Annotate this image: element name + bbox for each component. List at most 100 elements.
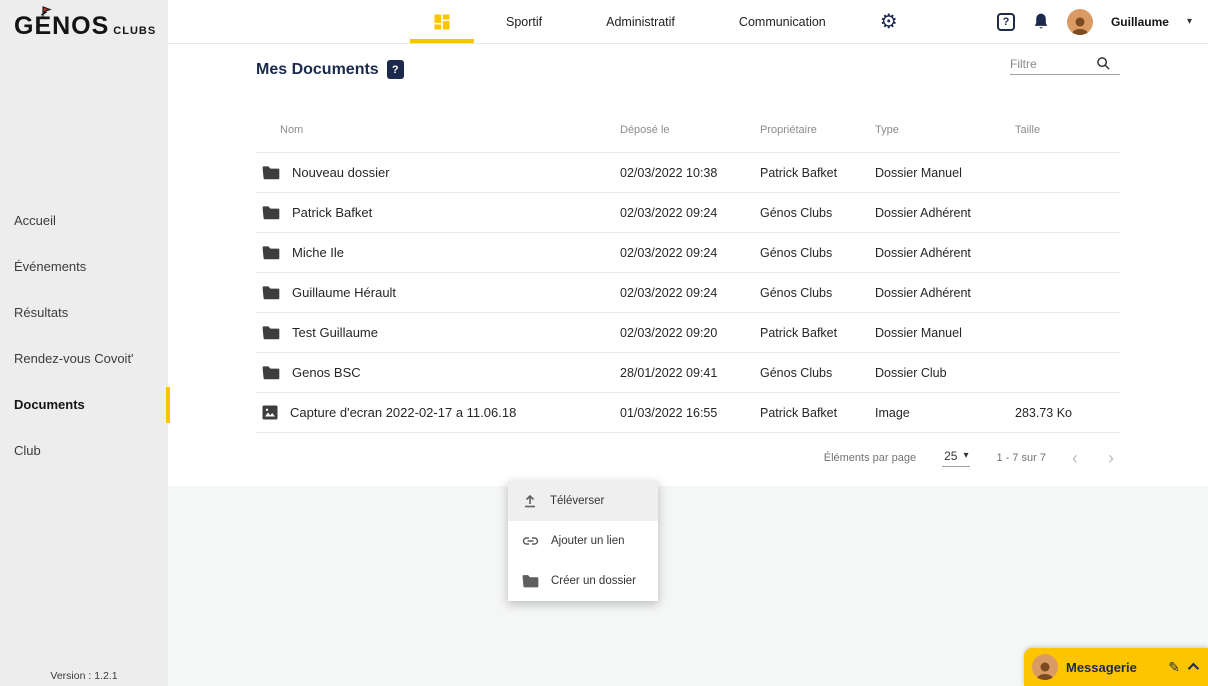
table-row[interactable]: Miche Ile 02/03/2022 09:24 Génos Clubs D…: [256, 232, 1120, 272]
folder-icon: [262, 365, 280, 380]
link-icon: [522, 534, 539, 548]
dashboard-grid-icon: [432, 12, 452, 32]
deposited-date: 02/03/2022 09:20: [620, 326, 760, 340]
logo: GÉNOSCLUBS: [14, 12, 156, 41]
folder-icon: [262, 205, 280, 220]
search-icon[interactable]: [1096, 56, 1111, 71]
owner: Génos Clubs: [760, 246, 875, 260]
sidebar-item-documents[interactable]: Documents: [0, 382, 168, 428]
deposited-date: 02/03/2022 10:38: [620, 166, 760, 180]
chevron-up-icon[interactable]: [1188, 663, 1199, 674]
filter-input[interactable]: [1010, 57, 1090, 71]
doc-size: 283.73 Ko: [1015, 406, 1120, 420]
items-per-page-label: Éléments par page: [824, 452, 916, 464]
table-header-row: Nom Déposé le Propriétaire Type Taille: [256, 108, 1120, 152]
help-icon[interactable]: ?: [997, 13, 1015, 31]
sidebar-item-resultats[interactable]: Résultats: [0, 290, 168, 336]
page-header: Mes Documents ?: [256, 60, 404, 79]
table-row[interactable]: Genos BSC 28/01/2022 09:41 Génos Clubs D…: [256, 352, 1120, 392]
sidebar-item-rendez-vous-covoit[interactable]: Rendez-vous Covoit': [0, 336, 168, 382]
menu-item-label: Téléverser: [550, 495, 604, 507]
tab-dashboard[interactable]: [410, 0, 474, 43]
deposited-date: 02/03/2022 09:24: [620, 206, 760, 220]
chevron-down-icon: ▾: [1187, 16, 1192, 27]
table-row[interactable]: Test Guillaume 02/03/2022 09:20 Patrick …: [256, 312, 1120, 352]
sidebar-item-accueil[interactable]: Accueil: [0, 198, 168, 244]
sidebar: GÉNOSCLUBS Accueil Événements Résultats …: [0, 0, 168, 686]
chevron-down-icon: ▾: [963, 450, 968, 461]
owner: Patrick Bafket: [760, 326, 875, 340]
column-header-depose-le: Déposé le: [620, 124, 760, 136]
table-row[interactable]: Patrick Bafket 02/03/2022 09:24 Génos Cl…: [256, 192, 1120, 232]
owner: Génos Clubs: [760, 206, 875, 220]
image-icon: [262, 405, 278, 420]
sidebar-item-club[interactable]: Club: [0, 428, 168, 474]
folder-icon: [262, 245, 280, 260]
menu-item-label: Ajouter un lien: [551, 535, 625, 547]
tab-sportif[interactable]: Sportif: [474, 0, 574, 43]
doc-type: Dossier Manuel: [875, 166, 1015, 180]
owner: Génos Clubs: [760, 286, 875, 300]
column-header-proprietaire: Propriétaire: [760, 124, 875, 136]
sidebar-nav: Accueil Événements Résultats Rendez-vous…: [0, 198, 168, 474]
menu-item-creer-un-dossier[interactable]: Créer un dossier: [508, 561, 658, 601]
add-document-menu: Téléverser Ajouter un lien Créer un doss…: [508, 481, 658, 601]
owner: Patrick Bafket: [760, 406, 875, 420]
previous-page-icon[interactable]: ‹: [1072, 449, 1078, 467]
brand-name: GÉNOS: [14, 12, 109, 40]
folder-icon: [262, 165, 280, 180]
table-row[interactable]: Capture d'ecran 2022-02-17 a 11.06.18 01…: [256, 392, 1120, 432]
page-help-icon[interactable]: ?: [387, 60, 404, 79]
top-navigation: Sportif Administratif Communication ⚙ ? …: [168, 0, 1208, 44]
column-header-nom: Nom: [256, 124, 620, 136]
document-name: Guillaume Hérault: [292, 285, 396, 300]
document-name: Patrick Bafket: [292, 205, 372, 220]
bell-icon[interactable]: [1032, 12, 1050, 31]
doc-type: Dossier Manuel: [875, 326, 1015, 340]
next-page-icon[interactable]: ›: [1108, 449, 1114, 467]
column-header-taille: Taille: [1015, 124, 1120, 136]
table-row[interactable]: Guillaume Hérault 02/03/2022 09:24 Génos…: [256, 272, 1120, 312]
tab-settings[interactable]: ⚙: [858, 0, 920, 43]
menu-item-ajouter-un-lien[interactable]: Ajouter un lien: [508, 521, 658, 561]
messenger-label: Messagerie: [1066, 660, 1160, 675]
user-menu[interactable]: Guillaume ▾: [1067, 9, 1192, 35]
pager-controls: ‹ ›: [1072, 449, 1114, 467]
sidebar-item-evenements[interactable]: Événements: [0, 244, 168, 290]
document-name: Miche Ile: [292, 245, 344, 260]
document-name: Nouveau dossier: [292, 165, 390, 180]
documents-table: Nom Déposé le Propriétaire Type Taille N…: [256, 108, 1120, 482]
deposited-date: 01/03/2022 16:55: [620, 406, 760, 420]
doc-type: Dossier Adhérent: [875, 286, 1015, 300]
gear-icon: ⚙: [880, 12, 898, 32]
folder-icon: [262, 325, 280, 340]
filter-field: [1010, 56, 1120, 75]
topnav-right-group: ? Guillaume ▾: [997, 0, 1208, 43]
deposited-date: 28/01/2022 09:41: [620, 366, 760, 380]
deposited-date: 02/03/2022 09:24: [620, 286, 760, 300]
document-name: Genos BSC: [292, 365, 361, 380]
version-label: Version : 1.2.1: [0, 670, 168, 682]
tab-communication[interactable]: Communication: [707, 0, 858, 43]
menu-item-label: Créer un dossier: [551, 575, 636, 587]
page-title: Mes Documents: [256, 61, 379, 79]
upload-icon: [522, 493, 538, 509]
doc-type: Dossier Club: [875, 366, 1015, 380]
page-size-select[interactable]: 25 ▾: [942, 449, 970, 467]
messenger-avatar: [1032, 654, 1058, 680]
doc-type: Dossier Adhérent: [875, 206, 1015, 220]
page-size-value: 25: [944, 449, 957, 463]
table-row[interactable]: Nouveau dossier 02/03/2022 10:38 Patrick…: [256, 152, 1120, 192]
doc-type: Dossier Adhérent: [875, 246, 1015, 260]
tab-administratif[interactable]: Administratif: [574, 0, 707, 43]
compose-pencil-icon[interactable]: ✎: [1168, 659, 1180, 676]
document-name: Test Guillaume: [292, 325, 378, 340]
messenger-bar[interactable]: Messagerie ✎: [1024, 648, 1208, 686]
avatar: [1067, 9, 1093, 35]
folder-icon: [262, 285, 280, 300]
document-name: Capture d'ecran 2022-02-17 a 11.06.18: [290, 405, 516, 420]
deposited-date: 02/03/2022 09:24: [620, 246, 760, 260]
folder-icon: [522, 574, 539, 588]
menu-item-televerser[interactable]: Téléverser: [508, 481, 658, 521]
pagination-range: 1 - 7 sur 7: [996, 452, 1046, 464]
